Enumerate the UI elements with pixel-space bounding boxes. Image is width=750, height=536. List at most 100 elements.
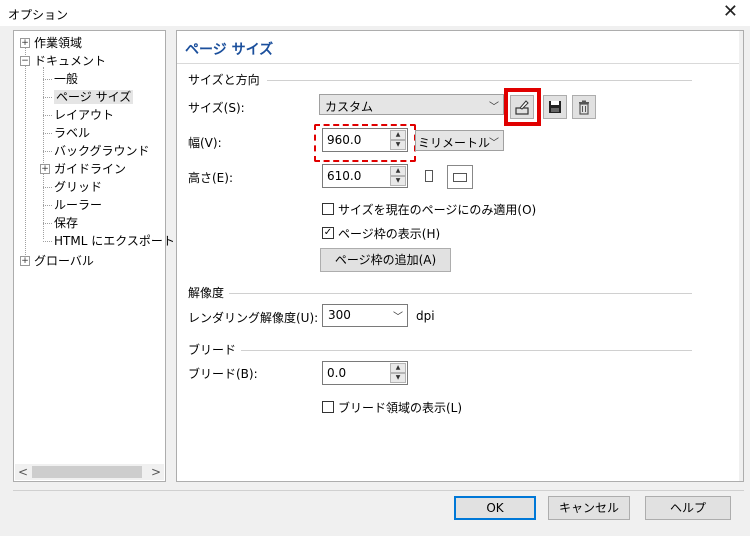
- tree-item-label: 作業領域: [34, 36, 83, 50]
- tree-item-label: グローバル: [34, 254, 94, 268]
- title-divider: [177, 63, 743, 64]
- scroll-thumb[interactable]: [32, 466, 142, 478]
- width-value: 960.0: [327, 133, 362, 147]
- tree-item[interactable]: ページ サイズ: [54, 88, 134, 106]
- bleed-section-heading: ブリード: [188, 343, 237, 357]
- add-page-border-button[interactable]: ページ枠の追加(A): [320, 248, 451, 272]
- tree-item[interactable]: バックグラウンド: [54, 142, 150, 160]
- tree-item[interactable]: ドキュメント: [34, 52, 106, 70]
- tree-item-label: グリッド: [54, 180, 103, 194]
- tree-item[interactable]: 一般: [54, 70, 78, 88]
- bleed-value: 0.0: [327, 366, 347, 380]
- help-button[interactable]: ヘルプ: [645, 496, 731, 520]
- landscape-icon: [453, 173, 467, 182]
- expand-icon[interactable]: +: [20, 38, 30, 48]
- ok-button[interactable]: OK: [454, 496, 536, 520]
- rendering-resolution-label: レンダリング解像度(U):: [188, 311, 319, 325]
- spin-up-icon[interactable]: ▲: [390, 363, 406, 373]
- page-title: ページ サイズ: [185, 42, 274, 58]
- save-as-preset-button[interactable]: [510, 95, 534, 119]
- show-bleed-area-label[interactable]: ブリード領域の表示(L): [338, 399, 462, 416]
- tree-line: [43, 187, 52, 188]
- delete-button[interactable]: [572, 95, 596, 119]
- chevron-down-icon: ﹀: [489, 138, 499, 149]
- edit-page-icon: [515, 100, 529, 115]
- height-spinbox[interactable]: 610.0 ▲ ▼: [322, 164, 408, 188]
- floppy-disk-icon: [549, 101, 561, 113]
- tree-item[interactable]: 保存: [54, 214, 78, 232]
- show-page-border-checkbox[interactable]: ✓: [322, 227, 334, 239]
- tree-item[interactable]: ラベル: [54, 124, 90, 142]
- spin-down-icon[interactable]: ▼: [390, 176, 406, 186]
- tree-item-label: レイアウト: [54, 108, 115, 122]
- resolution-section-heading: 解像度: [188, 286, 225, 300]
- tree-line: [43, 241, 52, 242]
- expand-icon[interactable]: +: [40, 164, 50, 174]
- size-section-heading: サイズと方向: [188, 73, 260, 87]
- show-bleed-area-checkbox[interactable]: [322, 401, 334, 413]
- collapse-icon[interactable]: −: [20, 56, 30, 66]
- tree-item[interactable]: レイアウト: [54, 106, 114, 124]
- tree-item[interactable]: ガイドライン: [54, 160, 126, 178]
- tree-item[interactable]: 作業領域: [34, 34, 82, 52]
- show-page-border-label[interactable]: ページ枠の表示(H): [338, 225, 440, 242]
- title-bar: オプション ✕: [0, 0, 750, 26]
- bleed-spinbox[interactable]: 0.0 ▲ ▼: [322, 361, 408, 385]
- panel-scroll-edge: [739, 31, 743, 481]
- tree-item-label: ドキュメント: [34, 54, 107, 68]
- tree-line: [43, 67, 44, 239]
- unit-value: ミリメートル: [418, 136, 491, 150]
- height-value: 610.0: [327, 169, 362, 183]
- settings-panel: ページ サイズ サイズと方向 サイズ(S): カスタム ﹀ 幅(V): 960.…: [176, 30, 744, 482]
- width-spinbox[interactable]: 960.0 ▲ ▼: [322, 128, 408, 152]
- tree-item[interactable]: ルーラー: [54, 196, 102, 214]
- apply-current-page-checkbox[interactable]: [322, 203, 334, 215]
- tree-item-label: 保存: [54, 216, 79, 230]
- tree-line: [43, 151, 52, 152]
- tree-item-label: HTML にエクスポート: [54, 234, 175, 248]
- spin-up-icon[interactable]: ▲: [390, 166, 406, 176]
- close-icon[interactable]: ✕: [723, 2, 738, 22]
- scroll-left-icon[interactable]: <: [15, 464, 31, 480]
- tree-line: [43, 79, 52, 80]
- scroll-right-icon[interactable]: >: [148, 464, 164, 480]
- category-tree[interactable]: < > 作業領域 + ドキュメント − 一般ページ サイズ レイアウトラベル バックグラウン…: [13, 30, 175, 482]
- spin-down-icon[interactable]: ▼: [390, 140, 406, 150]
- tree-line: [43, 133, 52, 134]
- spin-up-icon[interactable]: ▲: [390, 130, 406, 140]
- tree-item-label: ガイドライン: [54, 162, 127, 176]
- window-title: オプション: [8, 8, 69, 22]
- tree-line: [43, 205, 52, 206]
- expand-icon[interactable]: +: [20, 256, 30, 266]
- trash-icon: [579, 100, 589, 115]
- tree-item[interactable]: HTML にエクスポート: [54, 232, 175, 250]
- tree-item-label: ページ サイズ: [54, 90, 134, 104]
- rendering-resolution-dropdown[interactable]: 300 ﹀: [322, 304, 408, 327]
- tree-item[interactable]: グローバル: [34, 252, 94, 270]
- section-divider: [267, 80, 692, 81]
- tree-horizontal-scrollbar[interactable]: < >: [15, 464, 164, 480]
- section-divider: [241, 350, 692, 351]
- apply-current-page-label[interactable]: サイズを現在のページにのみ適用(O): [338, 201, 536, 218]
- tree-item-label: ルーラー: [54, 198, 103, 212]
- tree-line: [43, 97, 52, 98]
- chevron-down-icon: ﹀: [393, 312, 403, 323]
- tree-item[interactable]: グリッド: [54, 178, 102, 196]
- portrait-orientation-icon[interactable]: [425, 170, 433, 182]
- tree-item-label: 一般: [54, 72, 79, 86]
- height-label: 高さ(E):: [188, 171, 233, 185]
- unit-dropdown[interactable]: ミリメートル ﹀: [415, 130, 504, 151]
- spin-down-icon[interactable]: ▼: [390, 373, 406, 383]
- size-dropdown[interactable]: カスタム ﹀: [319, 94, 504, 115]
- width-label: 幅(V):: [188, 136, 222, 150]
- tree-line: [43, 115, 52, 116]
- landscape-orientation-button[interactable]: [447, 165, 473, 189]
- size-value: カスタム: [325, 100, 374, 114]
- save-button[interactable]: [543, 95, 567, 119]
- tree-line: [43, 223, 52, 224]
- footer-divider: [13, 490, 744, 491]
- section-divider: [229, 293, 692, 294]
- bleed-label: ブリード(B):: [188, 367, 258, 381]
- cancel-button[interactable]: キャンセル: [548, 496, 630, 520]
- tree-line: [25, 41, 26, 259]
